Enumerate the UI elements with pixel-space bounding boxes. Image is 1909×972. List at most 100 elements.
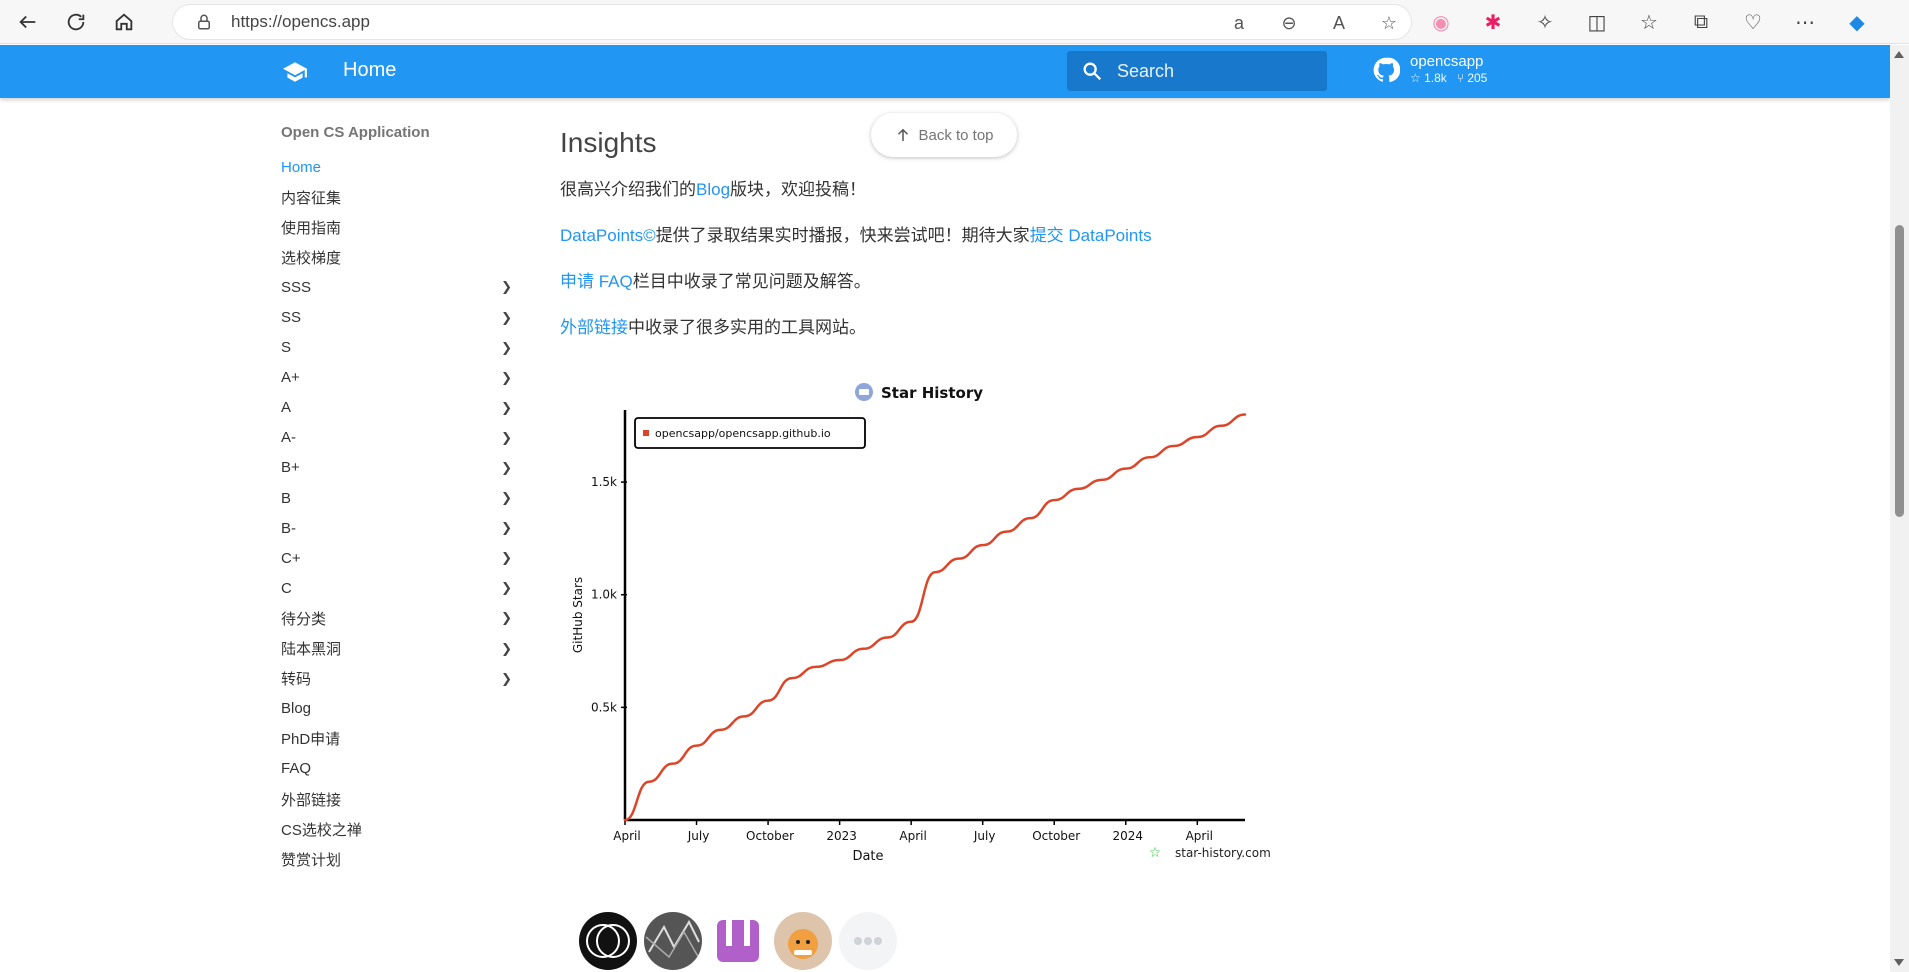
color-extension-icon[interactable]: ✱	[1478, 7, 1508, 37]
sidebar-item[interactable]: C+ ❯	[281, 543, 516, 573]
refresh-button[interactable]	[56, 4, 96, 40]
sidebar-item-label: C	[281, 579, 292, 597]
sidebar-item-label: SSS	[281, 278, 312, 296]
chevron-right-icon[interactable]: ❯	[501, 370, 512, 386]
sidebar-item[interactable]: Home	[281, 152, 516, 182]
favorite-star-icon[interactable]: ☆	[1377, 13, 1401, 34]
chevron-right-icon[interactable]: ❯	[501, 520, 512, 536]
star-history-logo-mark	[859, 389, 869, 395]
copilot-icon[interactable]: ◆	[1842, 7, 1872, 37]
sidebar-item[interactable]: 使用指南	[281, 212, 516, 242]
sidebar-item[interactable]: 外部链接	[281, 784, 516, 814]
chevron-right-icon[interactable]: ❯	[501, 641, 512, 657]
sidebar-item[interactable]: B+ ❯	[281, 453, 516, 483]
sidebar-item[interactable]: A+ ❯	[281, 363, 516, 393]
favorites-icon[interactable]: ☆	[1634, 7, 1664, 37]
scroll-down-arrow[interactable]	[1894, 959, 1904, 966]
avatar[interactable]	[709, 912, 767, 970]
more-options-icon[interactable]: ⋯	[1790, 7, 1820, 37]
chevron-right-icon[interactable]: ❯	[501, 550, 512, 566]
intro-paragraph-datapoints: DataPoints©提供了录取结果实时播报，快来尝试吧！期待大家提交 Data…	[560, 226, 1152, 245]
y-tick-label: 1.5k	[591, 475, 617, 489]
avatar[interactable]	[644, 912, 702, 970]
back-to-top-button[interactable]: Back to top	[871, 113, 1017, 157]
datapoints-link[interactable]: DataPoints©	[560, 226, 656, 245]
cat-extension-icon[interactable]: ◉	[1426, 7, 1456, 37]
health-icon[interactable]: ♡	[1738, 7, 1768, 37]
chevron-right-icon[interactable]: ❯	[501, 610, 512, 626]
avatar[interactable]	[579, 912, 637, 970]
browser-toolbar: https://opencs.app a ⊖ A ☆ ◉ ✱ ✧ ◫ ☆ ⧉ ♡…	[0, 0, 1909, 44]
data-point	[648, 780, 650, 783]
url-text[interactable]: https://opencs.app	[231, 12, 370, 32]
sidebar-item[interactable]: B ❯	[281, 483, 516, 513]
chevron-right-icon[interactable]: ❯	[501, 400, 512, 416]
avatar[interactable]	[774, 912, 832, 970]
sidebar-item[interactable]: A- ❯	[281, 423, 516, 453]
graduation-cap-icon[interactable]	[282, 59, 308, 85]
sidebar-item[interactable]: Blog	[281, 694, 516, 724]
home-button[interactable]	[104, 4, 144, 40]
read-aloud-icon[interactable]: A	[1327, 13, 1351, 34]
zoom-out-icon[interactable]: ⊖	[1277, 13, 1301, 34]
x-tick-label: July	[687, 829, 710, 843]
data-point	[767, 699, 769, 702]
chevron-right-icon[interactable]: ❯	[501, 279, 512, 295]
sidebar-item-label: B	[281, 489, 292, 507]
sidebar-item[interactable]: 选校梯度	[281, 242, 516, 272]
more-avatars-button[interactable]	[839, 912, 897, 970]
chevron-right-icon[interactable]: ❯	[501, 580, 512, 596]
collections-icon[interactable]: ⧉	[1686, 7, 1716, 37]
chevron-right-icon[interactable]: ❯	[501, 671, 512, 687]
site-header: Home opencsapp ☆ 1.8k ⑂ 205	[0, 45, 1890, 98]
sidebar-item[interactable]: SS ❯	[281, 302, 516, 332]
extensions-icon[interactable]: ✧	[1530, 7, 1560, 37]
sidebar-item[interactable]: SSS ❯	[281, 272, 516, 302]
data-point	[743, 715, 746, 718]
sidebar-item[interactable]: 陆本黑洞 ❯	[281, 634, 516, 664]
submit-datapoints-link[interactable]: 提交 DataPoints	[1030, 226, 1152, 245]
sidebar-item[interactable]: CS选校之禅	[281, 814, 516, 844]
data-point	[1148, 456, 1151, 459]
faq-link[interactable]: 申请 FAQ	[560, 272, 633, 291]
split-screen-icon[interactable]: ◫	[1582, 7, 1612, 37]
sidebar-item[interactable]: 内容征集	[281, 182, 516, 212]
chevron-right-icon[interactable]: ❯	[501, 310, 512, 326]
chevron-right-icon[interactable]: ❯	[501, 460, 512, 476]
sidebar-item[interactable]: S ❯	[281, 333, 516, 363]
data-point	[1124, 467, 1127, 470]
scroll-thumb[interactable]	[1895, 225, 1904, 517]
sidebar-item-label: B+	[281, 459, 300, 477]
y-tick-label: 0.5k	[591, 700, 617, 714]
scroll-up-arrow[interactable]	[1894, 51, 1904, 58]
translate-icon[interactable]: a	[1227, 13, 1251, 34]
search-box[interactable]	[1067, 51, 1327, 91]
back-to-top-label: Back to top	[918, 126, 994, 144]
chevron-right-icon[interactable]: ❯	[501, 430, 512, 446]
sidebar-item-label: SS	[281, 309, 302, 327]
sidebar-nav: Open CS Application Home 内容征集 使用指南 选校梯度 SSS ❯…	[281, 122, 516, 874]
data-point	[695, 744, 698, 747]
data-point	[1244, 413, 1246, 416]
chevron-right-icon[interactable]: ❯	[501, 490, 512, 506]
back-button[interactable]	[8, 4, 48, 40]
address-bar[interactable]: https://opencs.app a ⊖ A ☆	[172, 4, 1412, 40]
sidebar-item-label: PhD申请	[281, 731, 341, 749]
sidebar-item[interactable]: PhD申请	[281, 724, 516, 754]
site-title[interactable]: Home	[343, 59, 396, 82]
sidebar-item[interactable]: 待分类 ❯	[281, 603, 516, 633]
blog-link[interactable]: Blog	[696, 180, 730, 199]
search-input[interactable]	[1117, 60, 1307, 82]
sidebar-item[interactable]: B- ❯	[281, 513, 516, 543]
external-links-link[interactable]: 外部链接	[560, 318, 628, 337]
sidebar-item[interactable]: C ❯	[281, 573, 516, 603]
star-history-chart[interactable]: Star History 0.5k 1.0k 1.5k GitHub Stars Apri…	[560, 370, 1300, 870]
sidebar-item[interactable]: 转码 ❯	[281, 664, 516, 694]
page-scrollbar[interactable]	[1890, 45, 1909, 972]
sidebar-item[interactable]: FAQ	[281, 754, 516, 784]
github-repo-link[interactable]: opencsapp ☆ 1.8k ⑂ 205	[1372, 53, 1487, 86]
sidebar-item[interactable]: 赞赏计划	[281, 844, 516, 874]
sidebar-item[interactable]: A ❯	[281, 393, 516, 423]
chevron-right-icon[interactable]: ❯	[501, 340, 512, 356]
fork-count: ⑂ 205	[1456, 71, 1488, 85]
